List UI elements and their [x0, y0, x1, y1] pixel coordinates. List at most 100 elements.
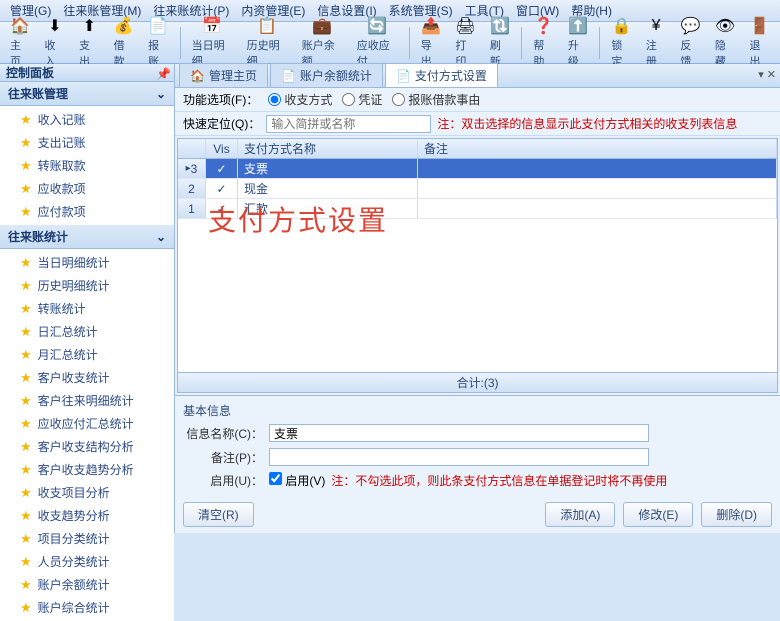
sidebar-item[interactable]: ★客户收支统计 [0, 366, 174, 389]
pin-icon[interactable]: 📌 ✕ [156, 67, 168, 79]
sidebar-item[interactable]: ★当日明细统计 [0, 251, 174, 274]
table-row[interactable]: 1✓汇款 [178, 199, 777, 219]
star-icon: ★ [20, 508, 32, 524]
tab-payment[interactable]: 📄支付方式设置 [385, 63, 498, 87]
row-name: 汇款 [238, 199, 418, 218]
tab-close-icon[interactable]: ▾ ✕ [758, 68, 776, 81]
sidebar-group[interactable]: 往来账管理⌄ [0, 82, 174, 106]
tab-balance[interactable]: 📄账户余额统计 [270, 63, 383, 87]
sidebar-item[interactable]: ★收支项目分析 [0, 481, 174, 504]
主页-icon: 🏠 [10, 16, 30, 36]
sidebar-item-label: 收入记账 [38, 111, 86, 128]
sidebar-item[interactable]: ★客户收支趋势分析 [0, 458, 174, 481]
sidebar-item-label: 客户收支结构分析 [38, 438, 134, 455]
sidebar-item[interactable]: ★ 人员分类统计 [0, 550, 174, 573]
sidebar-item[interactable]: ★ 收入记账 [0, 108, 174, 131]
sidebar-item-label: 应收应付汇总统计 [38, 415, 134, 432]
锁定-icon: 🔒 [612, 16, 632, 36]
sidebar-item-label: 转账统计 [38, 300, 86, 317]
home-icon: 🏠 [190, 69, 205, 83]
sidebar-item[interactable]: ★应收款项 [0, 177, 174, 200]
刷新-icon: 🔃 [490, 16, 510, 36]
sidebar-item[interactable]: ★账户余额统计 [0, 573, 174, 596]
row-note [418, 159, 777, 178]
doc-icon: 📄 [281, 69, 296, 83]
sidebar-item-label: 应收款项 [38, 180, 86, 197]
opt-voucher[interactable]: 凭证 [342, 91, 382, 108]
chevron-icon: ⌄ [156, 230, 166, 244]
账户余额-icon: 💼 [312, 16, 332, 36]
edit-button[interactable]: 修改(E) [623, 502, 693, 527]
note-input[interactable] [269, 448, 649, 466]
支出-icon: ⬆ [79, 16, 99, 36]
opt-payment[interactable]: 收支方式 [268, 91, 332, 108]
toolbar-隐藏[interactable]: 👁隐藏 [709, 14, 742, 71]
toolbar-注册[interactable]: ¥注册 [640, 14, 673, 71]
star-icon: ★ [20, 554, 32, 570]
注册-icon: ¥ [646, 16, 666, 36]
sidebar-item[interactable]: ★应付款项 [0, 200, 174, 223]
col-vis[interactable]: Vis [206, 139, 238, 158]
sidebar-item[interactable]: ★转账统计 [0, 297, 174, 320]
sidebar-item-label: 客户收支统计 [38, 369, 110, 386]
sidebar-item[interactable]: ★客户往来明细统计 [0, 389, 174, 412]
name-input[interactable] [269, 424, 649, 442]
sidebar-item-label: 当日明细统计 [38, 254, 110, 271]
sidebar-item[interactable]: ★客户收支结构分析 [0, 435, 174, 458]
col-note[interactable]: 备注 [418, 139, 777, 158]
sidebar-item[interactable]: ★支出记账 [0, 131, 174, 154]
sidebar-item[interactable]: ★应收应付汇总统计 [0, 412, 174, 435]
basic-title: 基本信息 [183, 400, 772, 421]
报账-icon: 📄 [148, 16, 168, 36]
sidebar-item[interactable]: ★日汇总统计 [0, 320, 174, 343]
star-icon: ★ [20, 462, 32, 478]
add-button[interactable]: 添加(A) [545, 502, 615, 527]
toolbar-反馈[interactable]: 💬反馈 [674, 14, 707, 71]
toolbar-报账[interactable]: 📄报账 [142, 14, 175, 71]
sidebar-item[interactable]: ★ 收支趋势分析 [0, 504, 174, 527]
sidebar-group[interactable]: 往来账统计⌄ [0, 225, 174, 249]
sidebar-item[interactable]: ★月汇总统计 [0, 343, 174, 366]
col-name[interactable]: 支付方式名称 [238, 139, 418, 158]
sidebar-item[interactable]: ★转账取款 [0, 154, 174, 177]
star-icon: ★ [20, 278, 32, 294]
toolbar-借款[interactable]: 💰借款 [108, 14, 141, 71]
应收应付-icon: 🔄 [367, 16, 387, 36]
chevron-icon: ⌄ [156, 87, 166, 101]
delete-button[interactable]: 删除(D) [701, 502, 772, 527]
toolbar-支出[interactable]: ⬆支出 [73, 14, 106, 71]
sidebar-item-label: 历史明细统计 [38, 277, 110, 294]
star-icon: ★ [20, 204, 32, 220]
function-row: 功能选项(F)： 收支方式 凭证 报账借款事由 [175, 88, 780, 112]
toolbar-锁定[interactable]: 🔒锁定 [605, 14, 638, 71]
sidebar-item-label: 人员分类统计 [38, 553, 110, 570]
star-icon: ★ [20, 577, 32, 593]
table-row[interactable]: 2✓现金 [178, 179, 777, 199]
toolbar-退出[interactable]: 🚪退出 [743, 14, 776, 71]
toolbar-收入[interactable]: ⬇收入 [39, 14, 72, 71]
sidebar: 控制面板 📌 ✕ 往来账管理⌄★收入记账★支出记账★转账取款★应收款项★应付款项… [0, 64, 175, 533]
历史明细-icon: 📋 [257, 16, 277, 36]
退出-icon: 🚪 [750, 16, 770, 36]
quick-input[interactable] [266, 115, 431, 133]
clear-button[interactable]: 清空(R) [183, 502, 254, 527]
sidebar-item[interactable]: ★项目分类统计 [0, 527, 174, 550]
table-row[interactable]: 3✓支票 [178, 159, 777, 179]
opt-reason[interactable]: 报账借款事由 [392, 91, 480, 108]
row-vis: ✓ [206, 199, 238, 218]
sidebar-item[interactable]: ★ 历史明细统计 [0, 274, 174, 297]
sidebar-item[interactable]: ★账户综合统计 [0, 596, 174, 619]
star-icon: ★ [20, 112, 32, 128]
sidebar-item-label: 收支趋势分析 [38, 507, 110, 524]
toolbar-主页[interactable]: 🏠主页 [4, 14, 37, 71]
toolbar-帮助[interactable]: ❓帮助 [527, 14, 560, 71]
toolbar: 🏠主页⬇收入⬆支出💰借款📄报账📅当日明细📋历史明细💼账户余额🔄应收应付📤导出🖨打… [0, 22, 780, 64]
打印-icon: 🖨 [456, 16, 476, 36]
enable-checkbox[interactable]: 启用(V) [269, 472, 325, 489]
tab-home[interactable]: 🏠管理主页 [179, 63, 268, 87]
row-num: 2 [178, 179, 206, 198]
反馈-icon: 💬 [681, 16, 701, 36]
sidebar-header: 控制面板 📌 ✕ [0, 64, 174, 82]
收入-icon: ⬇ [45, 16, 65, 36]
toolbar-升级[interactable]: ⬆️升级 [562, 14, 595, 71]
